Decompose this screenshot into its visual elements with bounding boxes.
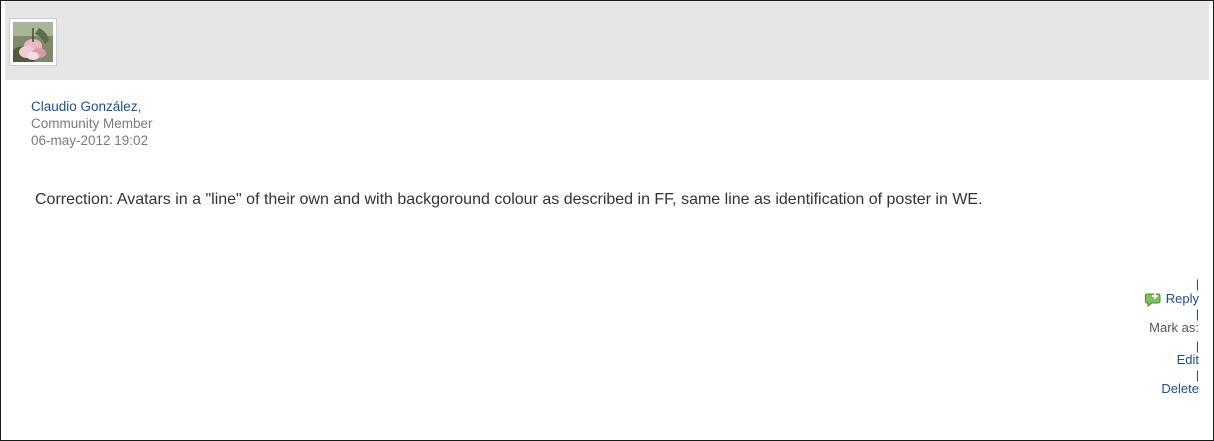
author-role: Community Member	[31, 116, 153, 131]
post-timestamp: 06-may-2012 19:02	[31, 133, 149, 148]
author-comma: ,	[137, 99, 142, 114]
delete-link[interactable]: Delete	[1145, 381, 1199, 398]
action-separator: |	[1195, 277, 1199, 291]
reply-link[interactable]: Reply	[1166, 291, 1199, 308]
author-name-link[interactable]: Claudio González	[31, 99, 138, 114]
author-block: Claudio González, Community Member 06-ma…	[31, 98, 153, 149]
post-body: Correction: Avatars in a "line" of their…	[35, 191, 983, 208]
reply-action[interactable]: Reply	[1144, 290, 1199, 308]
reply-icon[interactable]	[1144, 292, 1162, 307]
action-separator: |	[1195, 307, 1199, 321]
flower-avatar-image	[13, 22, 53, 62]
action-separator: |	[1195, 368, 1199, 382]
avatar-bar	[5, 1, 1209, 80]
mark-as-label: Mark as:	[1149, 320, 1199, 335]
post-actions: | Reply | Mark as: | Edit | Delete	[1144, 277, 1199, 398]
action-separator: |	[1195, 339, 1199, 353]
forum-post: Claudio González, Community Member 06-ma…	[0, 0, 1214, 441]
edit-link[interactable]: Edit	[1145, 352, 1199, 369]
avatar[interactable]	[9, 18, 57, 66]
